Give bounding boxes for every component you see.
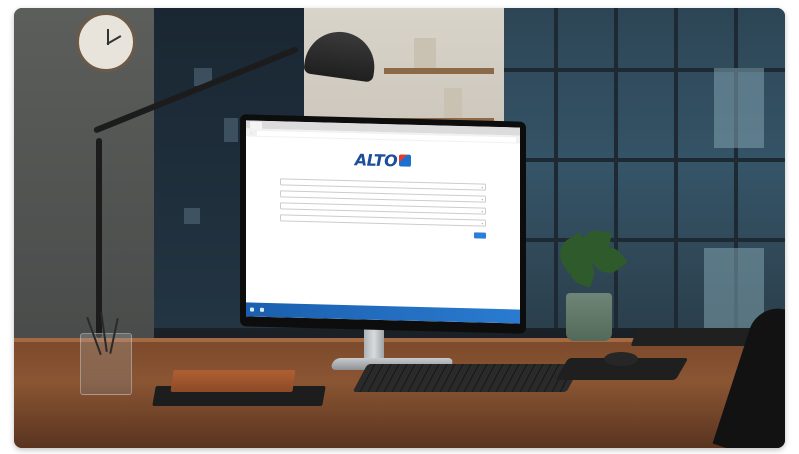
taskbar: [246, 302, 520, 324]
form-field[interactable]: ▾: [280, 190, 486, 203]
wall-clock: [76, 12, 136, 72]
alto-logo-icon: [399, 154, 412, 167]
chevron-down-icon: ▾: [481, 209, 483, 214]
app-icon[interactable]: [260, 307, 264, 312]
chevron-down-icon: ▾: [481, 185, 483, 190]
shelf-book: [444, 88, 462, 118]
plant-pot: [566, 293, 612, 341]
taskbar-spacer: [270, 310, 498, 316]
desk-book-brown: [170, 370, 296, 392]
monitor-stand: [364, 328, 384, 362]
chevron-down-icon: ▾: [481, 197, 483, 202]
form-field[interactable]: ▾: [280, 214, 486, 227]
form-field[interactable]: ▾: [280, 202, 486, 215]
form-field[interactable]: ▾: [280, 178, 486, 191]
glass-frame: [614, 8, 618, 328]
keyboard: [352, 364, 582, 392]
photo-frame: ← ALTO ▾ ▾ ▾ ▾: [14, 8, 785, 448]
window-light: [224, 118, 238, 142]
chevron-down-icon: ▾: [481, 221, 483, 226]
lamp-arm: [96, 138, 102, 338]
glass-frame: [554, 8, 558, 328]
submit-button[interactable]: [474, 232, 486, 239]
kitchen-cabinet: [704, 248, 764, 328]
start-icon[interactable]: [250, 307, 254, 312]
shelf-book: [414, 38, 436, 68]
glass-frame: [674, 8, 678, 328]
pencil-cup: [80, 312, 132, 395]
logo-text: ALTO: [354, 149, 398, 170]
monitor: ← ALTO ▾ ▾ ▾ ▾: [240, 114, 526, 334]
back-icon[interactable]: ←: [250, 131, 253, 135]
glass-frame: [504, 238, 785, 242]
glass-frame: [504, 158, 785, 162]
mouse: [604, 352, 638, 366]
window-light: [184, 208, 200, 224]
kitchen-cabinet: [714, 68, 764, 148]
browser-tab[interactable]: [250, 121, 262, 129]
form: ▾ ▾ ▾ ▾: [246, 166, 520, 239]
shelf: [384, 68, 494, 74]
monitor-screen: ← ALTO ▾ ▾ ▾ ▾: [246, 120, 520, 324]
